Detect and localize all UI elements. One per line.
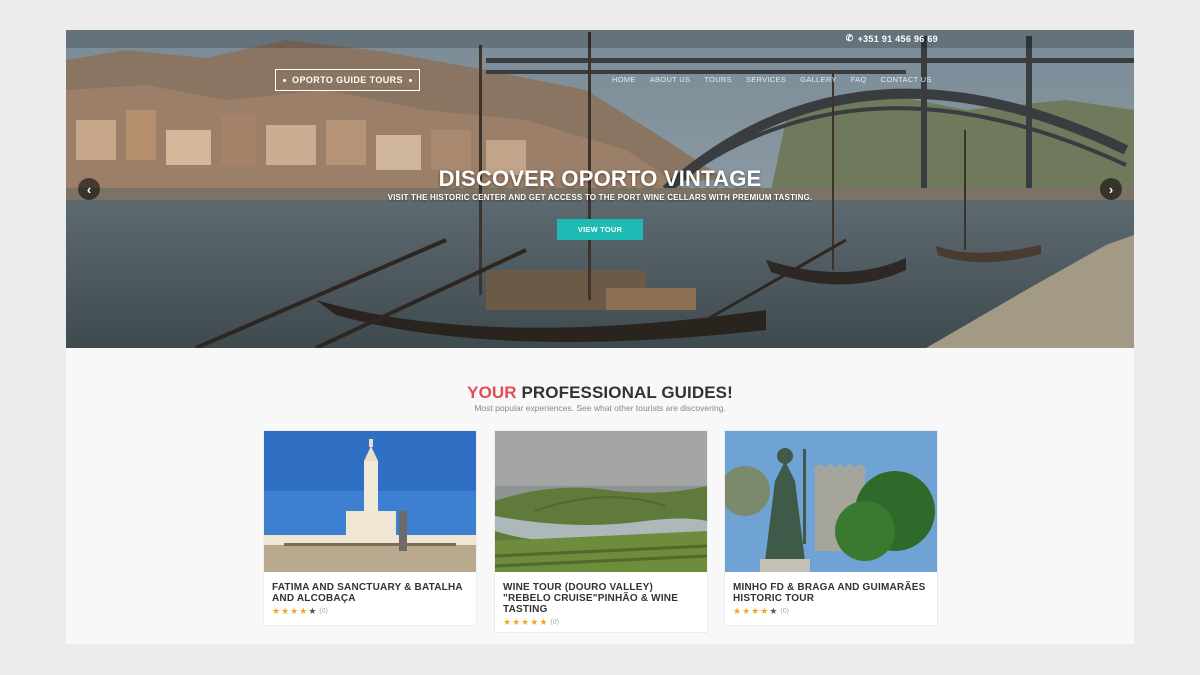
tour-rating: ★ ★ ★ ★ ★ (0)	[495, 615, 707, 628]
nav-contact-us[interactable]: CONTACT US	[881, 75, 932, 84]
star-empty-icon: ★	[308, 606, 317, 616]
section-title: YOUR PROFESSIONAL GUIDES!	[66, 383, 1134, 403]
tour-image-fatima[interactable]	[264, 431, 476, 572]
star-icon: ★	[760, 606, 769, 616]
site-logo[interactable]: OPORTO GUIDE TOURS	[275, 69, 420, 91]
tour-rating: ★ ★ ★ ★ ★ (0)	[264, 604, 476, 617]
star-icon: ★	[272, 606, 281, 616]
star-icon: ★	[512, 617, 521, 627]
star-icon: ★	[290, 606, 299, 616]
star-icon: ★	[751, 606, 760, 616]
web-page: ✆ +351 91 456 96 69 OPORTO GUIDE TOURS H…	[66, 30, 1134, 644]
star-icon: ★	[733, 606, 742, 616]
review-count: (0)	[550, 619, 559, 626]
phone-number[interactable]: ✆ +351 91 456 96 69	[846, 33, 938, 44]
section-title-rest: PROFESSIONAL GUIDES!	[516, 383, 733, 402]
phone-icon: ✆	[845, 33, 854, 43]
tour-card[interactable]: FATIMA AND SANCTUARY & BATALHA AND ALCOB…	[263, 430, 477, 626]
logo-dot-right-icon	[408, 78, 412, 82]
tour-rating: ★ ★ ★ ★ ★ (0)	[725, 604, 937, 617]
tour-card[interactable]: MINHO FD & BRAGA AND GUIMARÃES HISTORIC …	[724, 430, 938, 626]
star-icon: ★	[521, 617, 530, 627]
tour-title[interactable]: WINE TOUR (DOURO VALLEY) "REBELO CRUISE"…	[495, 572, 707, 615]
tour-image-douro[interactable]	[495, 431, 707, 572]
view-tour-button[interactable]: VIEW TOUR	[557, 219, 643, 240]
nav-tours[interactable]: TOURS	[704, 75, 732, 84]
star-icon: ★	[742, 606, 751, 616]
tour-title[interactable]: MINHO FD & BRAGA AND GUIMARÃES HISTORIC …	[725, 572, 937, 604]
tour-card[interactable]: WINE TOUR (DOURO VALLEY) "REBELO CRUISE"…	[494, 430, 708, 633]
main-nav: HOME ABOUT US TOURS SERVICES GALLERY FAQ…	[612, 75, 932, 84]
review-count: (0)	[780, 608, 789, 615]
nav-services[interactable]: SERVICES	[746, 75, 786, 84]
hero-slider: ✆ +351 91 456 96 69 OPORTO GUIDE TOURS H…	[66, 30, 1134, 348]
section-title-accent: YOUR	[467, 383, 517, 402]
star-icon: ★	[539, 617, 548, 627]
hero-title: DISCOVER OPORTO VINTAGE	[438, 166, 762, 191]
star-icon: ★	[299, 606, 308, 616]
logo-dot-left-icon	[283, 78, 287, 82]
nav-about-us[interactable]: ABOUT US	[650, 75, 691, 84]
nav-gallery[interactable]: GALLERY	[800, 75, 837, 84]
tour-title[interactable]: FATIMA AND SANCTUARY & BATALHA AND ALCOB…	[264, 572, 476, 604]
nav-home[interactable]: HOME	[612, 75, 636, 84]
tour-image-guimaraes[interactable]	[725, 431, 937, 572]
star-icon: ★	[503, 617, 512, 627]
star-icon: ★	[281, 606, 290, 616]
section-subtitle: Most popular experiences. See what other…	[474, 403, 726, 413]
nav-faq[interactable]: FAQ	[851, 75, 867, 84]
logo-text: OPORTO GUIDE TOURS	[292, 75, 403, 85]
review-count: (0)	[319, 608, 328, 615]
star-icon: ★	[530, 617, 539, 627]
star-empty-icon: ★	[769, 606, 778, 616]
phone-text: +351 91 456 96 69	[857, 33, 938, 44]
hero-subtitle: VISIT THE HISTORIC CENTER AND GET ACCESS…	[387, 193, 813, 202]
